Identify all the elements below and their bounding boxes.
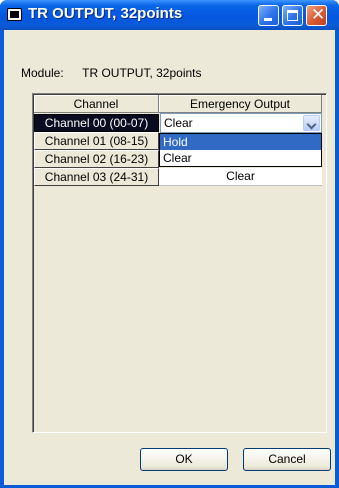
ok-button[interactable]: OK [140,448,228,471]
window-icon [7,8,22,21]
maximize-icon [287,10,298,21]
emergency-output-value: Clear [164,116,193,130]
maximize-button[interactable] [282,5,303,26]
module-value: TR OUTPUT, 32points [82,66,202,80]
close-icon: ✕ [311,5,326,25]
minimize-button[interactable] [258,5,279,26]
module-info: Module: TR OUTPUT, 32points [21,66,202,80]
close-button[interactable]: ✕ [306,5,327,26]
window-title: TR OUTPUT, 32points [28,5,183,22]
dropdown-option-hold[interactable]: Hold [160,134,321,150]
chevron-down-icon[interactable] [303,115,320,131]
cancel-button[interactable]: Cancel [243,448,331,471]
emergency-output-select[interactable]: Clear [160,113,322,133]
emergency-output-dropdown[interactable]: Hold Clear [159,133,322,167]
dropdown-option-clear[interactable]: Clear [160,150,321,166]
row-header-channel-01[interactable]: Channel 01 (08-15) [34,132,159,150]
channel-grid[interactable]: Channel Emergency Output Channel 00 (00-… [32,93,327,433]
dialog-body: Module: TR OUTPUT, 32points Channel Emer… [4,30,335,485]
row-header-channel-02[interactable]: Channel 02 (16-23) [34,150,159,168]
title-bar[interactable]: TR OUTPUT, 32points ✕ [0,0,339,30]
dialog-window: TR OUTPUT, 32points ✕ Module: TR OUTPUT,… [0,0,339,488]
row-header-channel-00[interactable]: Channel 00 (00-07) [34,114,159,132]
minimize-icon [264,18,272,21]
row-header-channel-03[interactable]: Channel 03 (24-31) [34,168,159,186]
column-header-channel[interactable]: Channel [34,95,159,113]
column-header-emergency-output[interactable]: Emergency Output [159,95,322,113]
output-cell-channel-03[interactable]: Clear [159,168,322,186]
module-label: Module: [21,66,64,80]
